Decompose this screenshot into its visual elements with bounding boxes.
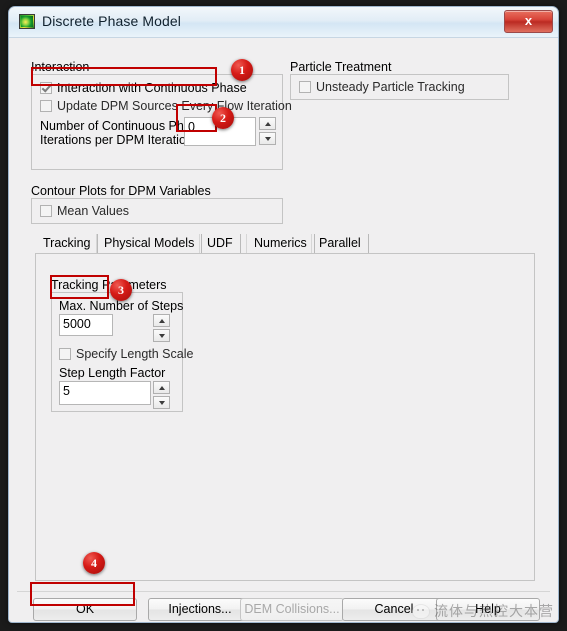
checkbox-box bbox=[299, 81, 311, 93]
spinner-down-icon[interactable] bbox=[153, 396, 170, 409]
dialog-body: Interaction Interaction with Continuous … bbox=[9, 38, 558, 622]
tracking-parameters-group-label: Tracking Parameters bbox=[51, 278, 167, 292]
close-icon[interactable]: x bbox=[504, 10, 553, 33]
dem-collisions-button: DEM Collisions... bbox=[240, 598, 344, 621]
cancel-button[interactable]: Cancel bbox=[342, 598, 446, 621]
checkbox-label: Specify Length Scale bbox=[76, 347, 194, 361]
step-length-factor-stepper[interactable] bbox=[153, 381, 170, 409]
continuous-phase-iterations-label-line2: Iterations per DPM Iteration bbox=[40, 133, 193, 147]
spinner-down-icon[interactable] bbox=[153, 329, 170, 342]
tab-numerics[interactable]: Numerics bbox=[246, 234, 315, 254]
tab-strip: Tracking Physical Models UDF Numerics Pa… bbox=[35, 234, 535, 254]
particle-treatment-group-label: Particle Treatment bbox=[290, 60, 392, 74]
tab-tracking[interactable]: Tracking bbox=[35, 234, 99, 254]
step-length-factor-label: Step Length Factor bbox=[59, 366, 166, 380]
contour-plot-icon bbox=[19, 14, 35, 29]
help-button[interactable]: Help bbox=[436, 598, 540, 621]
annotation-badge-2: 2 bbox=[212, 107, 234, 129]
checkbox-mean-values[interactable]: Mean Values bbox=[40, 204, 129, 218]
window-title: Discrete Phase Model bbox=[42, 13, 181, 29]
contour-plots-group-label: Contour Plots for DPM Variables bbox=[31, 184, 211, 198]
checkbox-label: Update DPM Sources Every Flow Iteration bbox=[57, 99, 292, 113]
checkbox-box bbox=[40, 100, 52, 112]
checkbox-update-dpm-sources[interactable]: Update DPM Sources Every Flow Iteration bbox=[40, 99, 292, 113]
checkbox-label: Mean Values bbox=[57, 204, 130, 218]
step-length-factor-input[interactable]: 5 bbox=[59, 381, 151, 405]
max-number-of-steps-input[interactable]: 5000 bbox=[59, 314, 113, 336]
title-bar: Discrete Phase Model x bbox=[9, 7, 558, 38]
spinner-up-icon[interactable] bbox=[259, 117, 276, 130]
continuous-phase-iterations-label-line1: Number of Continuous Phase bbox=[40, 119, 204, 133]
spinner-down-icon[interactable] bbox=[259, 132, 276, 145]
checkbox-label: Unsteady Particle Tracking bbox=[316, 80, 465, 94]
checkbox-specify-length-scale[interactable]: Specify Length Scale bbox=[59, 347, 193, 361]
spinner-up-icon[interactable] bbox=[153, 381, 170, 394]
tab-physical-models[interactable]: Physical Models bbox=[96, 234, 203, 254]
tab-parallel[interactable]: Parallel bbox=[311, 234, 369, 254]
checkbox-box bbox=[59, 348, 71, 360]
dialog-window: Discrete Phase Model x Interaction Inter… bbox=[8, 6, 559, 623]
max-number-of-steps-stepper[interactable] bbox=[153, 314, 170, 342]
interaction-group-label: Interaction bbox=[31, 60, 90, 74]
max-number-of-steps-label: Max. Number of Steps bbox=[59, 299, 184, 313]
checkbox-label: Interaction with Continuous Phase bbox=[57, 81, 247, 95]
injections-button[interactable]: Injections... bbox=[148, 598, 252, 621]
dialog-button-bar: OK Injections... DEM Collisions... Cance… bbox=[9, 591, 558, 622]
tab-udf[interactable]: UDF bbox=[199, 234, 241, 254]
ok-button[interactable]: OK bbox=[33, 598, 137, 621]
annotation-badge-1: 1 bbox=[231, 59, 253, 81]
checkbox-box bbox=[40, 82, 52, 94]
annotation-badge-3: 3 bbox=[110, 279, 132, 301]
checkbox-interaction-with-continuous-phase[interactable]: Interaction with Continuous Phase bbox=[40, 81, 247, 95]
checkbox-unsteady-particle-tracking[interactable]: Unsteady Particle Tracking bbox=[299, 80, 465, 94]
continuous-phase-iterations-stepper[interactable] bbox=[259, 117, 276, 145]
checkbox-box bbox=[40, 205, 52, 217]
annotation-badge-4: 4 bbox=[83, 552, 105, 574]
spinner-up-icon[interactable] bbox=[153, 314, 170, 327]
